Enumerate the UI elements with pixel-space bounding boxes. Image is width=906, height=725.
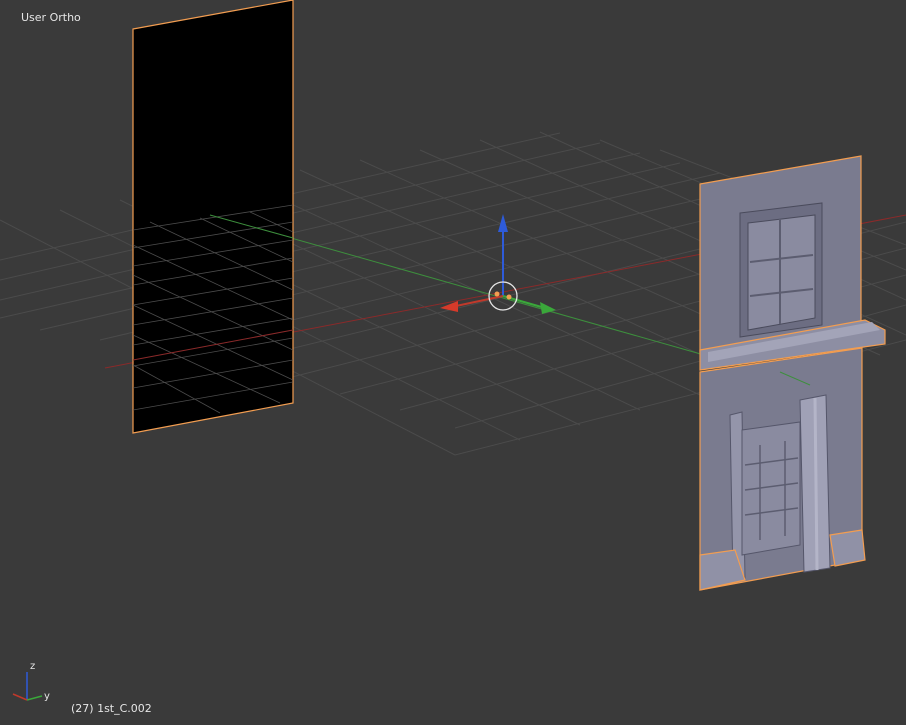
view-label: User Ortho: [21, 11, 81, 24]
3d-viewport[interactable]: z y User Ortho (27) 1st_C.002: [0, 0, 906, 725]
orientation-gizmo: z y: [12, 661, 50, 702]
black-plane[interactable]: [132, 0, 294, 434]
viewport-scene[interactable]: z y: [0, 0, 906, 725]
gizmo-y-label: y: [44, 691, 50, 702]
transform-manipulator[interactable]: [440, 214, 556, 314]
facade-mesh[interactable]: [699, 155, 886, 591]
object-info: (27) 1st_C.002: [71, 702, 152, 715]
gizmo-z-label: z: [30, 661, 35, 672]
